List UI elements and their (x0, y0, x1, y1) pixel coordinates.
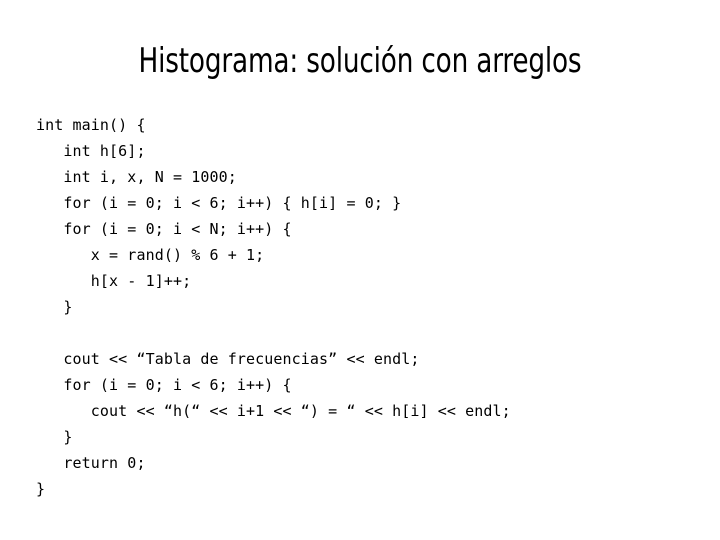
code-line: } (36, 428, 73, 446)
code-line: h[x - 1]++; (36, 272, 192, 290)
code-line: int main() { (36, 116, 146, 134)
code-line: x = rand() % 6 + 1; (36, 246, 265, 264)
code-line: } (36, 298, 73, 316)
code-line: for (i = 0; i < 6; i++) { h[i] = 0; } (36, 194, 402, 212)
code-block: int main() { int h[6]; int i, x, N = 100… (36, 112, 708, 502)
code-line: cout << “Tabla de frecuencias” << endl; (36, 350, 420, 368)
code-line: int i, x, N = 1000; (36, 168, 237, 186)
code-line: } (36, 480, 46, 498)
code-line: return 0; (36, 454, 146, 472)
code-content: int main() { int h[6]; int i, x, N = 100… (36, 112, 708, 502)
code-line: for (i = 0; i < 6; i++) { (36, 376, 292, 394)
code-line: for (i = 0; i < N; i++) { (36, 220, 292, 238)
code-line: int h[6]; (36, 142, 146, 160)
page-title: Histograma: solución con arreglos (138, 41, 582, 81)
code-line: cout << “h(“ << i+1 << “) = “ << h[i] <<… (36, 402, 511, 420)
slide: Histograma: solución con arreglos int ma… (0, 0, 720, 540)
